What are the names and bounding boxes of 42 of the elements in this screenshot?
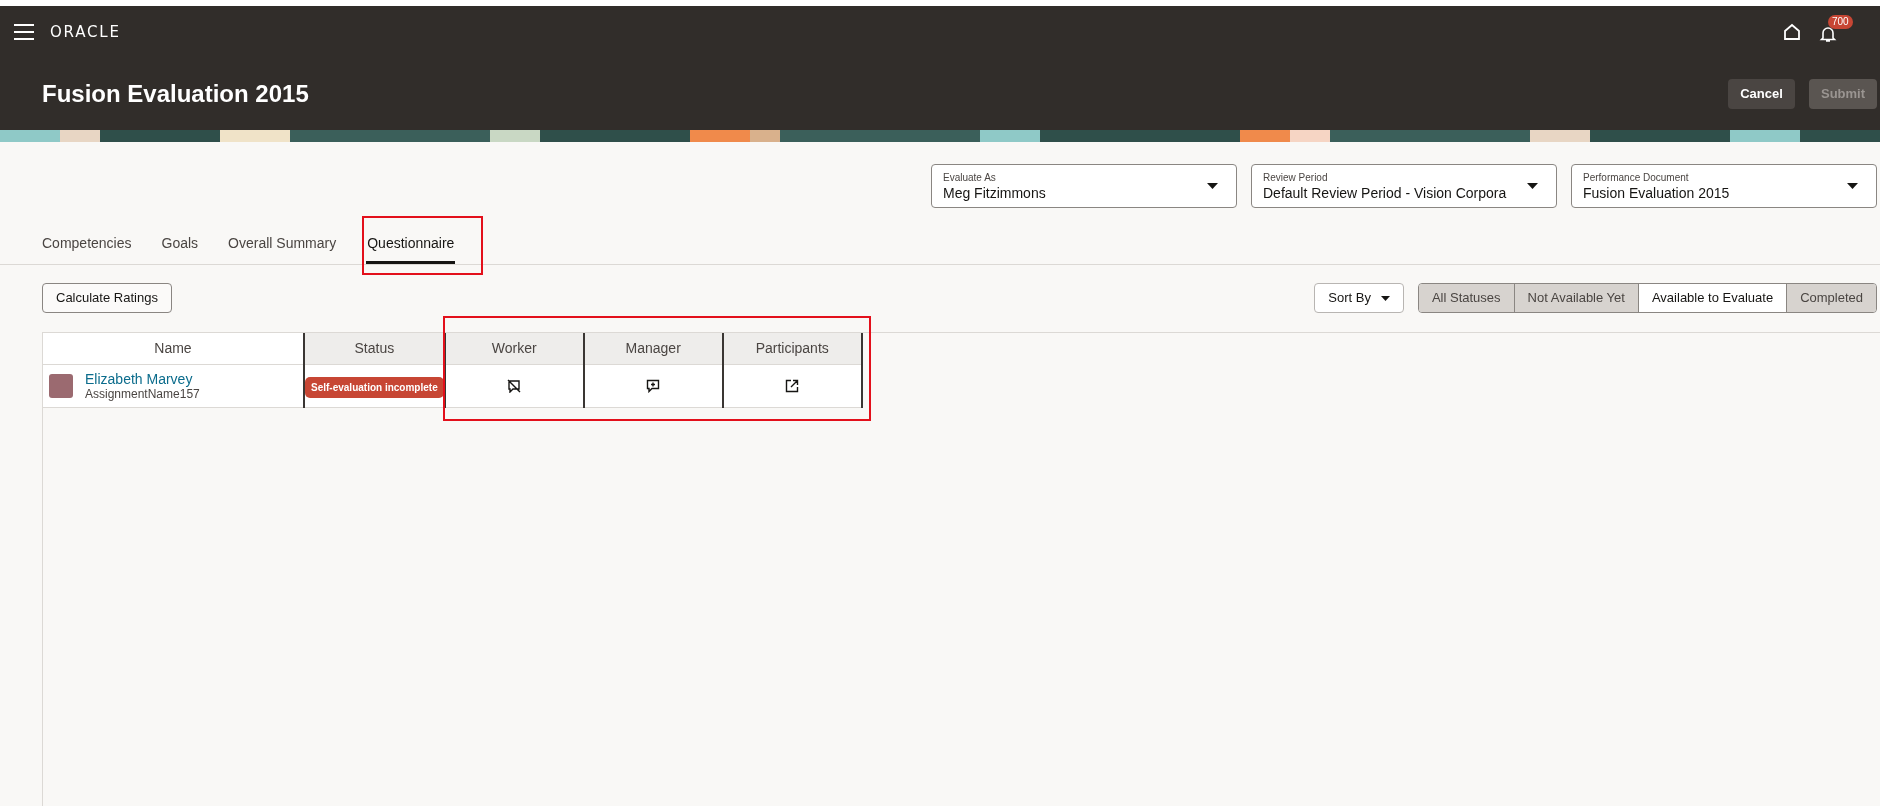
caret-icon: [1847, 183, 1858, 189]
notification-count: 700: [1828, 15, 1853, 29]
open-external-icon[interactable]: [785, 378, 800, 393]
employee-name-link[interactable]: Elizabeth Marvey: [85, 370, 200, 387]
field-label: Evaluate As: [943, 170, 997, 184]
avatar: [49, 373, 73, 398]
column-header: Participants: [722, 333, 862, 364]
status-filter-button[interactable]: Completed: [1786, 284, 1876, 312]
field-label: Performance Document: [1583, 170, 1690, 184]
assignment-name: AssignmentName157: [85, 386, 200, 401]
caret-icon: [1527, 183, 1538, 189]
home-icon[interactable]: [1782, 22, 1802, 42]
status-filter-button[interactable]: Not Available Yet: [1513, 284, 1638, 312]
status-filter-button[interactable]: Available to Evaluate: [1637, 284, 1787, 312]
column-header: Manager: [583, 333, 723, 364]
menu-icon[interactable]: [14, 24, 34, 40]
comment-off-icon[interactable]: [507, 378, 522, 393]
notification-bell-icon[interactable]: [1818, 24, 1838, 44]
field-value: Fusion Evaluation 2015: [1583, 183, 1731, 202]
select-field[interactable]: Evaluate As Meg Fitzimmons: [931, 164, 1237, 208]
caret-icon: [1380, 295, 1390, 301]
status-badge: Self-evaluation incomplete: [305, 376, 444, 398]
add-comment-icon[interactable]: [646, 378, 661, 393]
tab[interactable]: Goals: [161, 222, 199, 264]
column-header: Worker: [444, 333, 584, 364]
calculate-ratings-button[interactable]: Calculate Ratings: [42, 283, 172, 313]
caret-icon: [1207, 183, 1218, 189]
column-header: Status: [304, 333, 445, 364]
field-value: Meg Fitzimmons: [943, 183, 1047, 202]
field-label: Review Period: [1263, 170, 1329, 184]
oracle-logo: ORACLE: [50, 21, 121, 43]
tab[interactable]: Overall Summary: [228, 222, 337, 264]
select-field[interactable]: Performance Document Fusion Evaluation 2015: [1571, 164, 1877, 208]
select-field[interactable]: Review Period Default Review Period - Vision Corpora: [1251, 164, 1557, 208]
tab[interactable]: Competencies: [42, 222, 132, 264]
tab[interactable]: Questionnaire: [366, 222, 456, 264]
cancel-button[interactable]: Cancel: [1728, 79, 1795, 109]
sort-by-button[interactable]: Sort By: [1314, 283, 1404, 313]
status-filter-button[interactable]: All Statuses: [1418, 284, 1514, 312]
page-title: Fusion Evaluation 2015: [42, 79, 310, 109]
column-header: Name: [43, 333, 304, 364]
field-value: Default Review Period - Vision Corpora: [1263, 183, 1508, 202]
